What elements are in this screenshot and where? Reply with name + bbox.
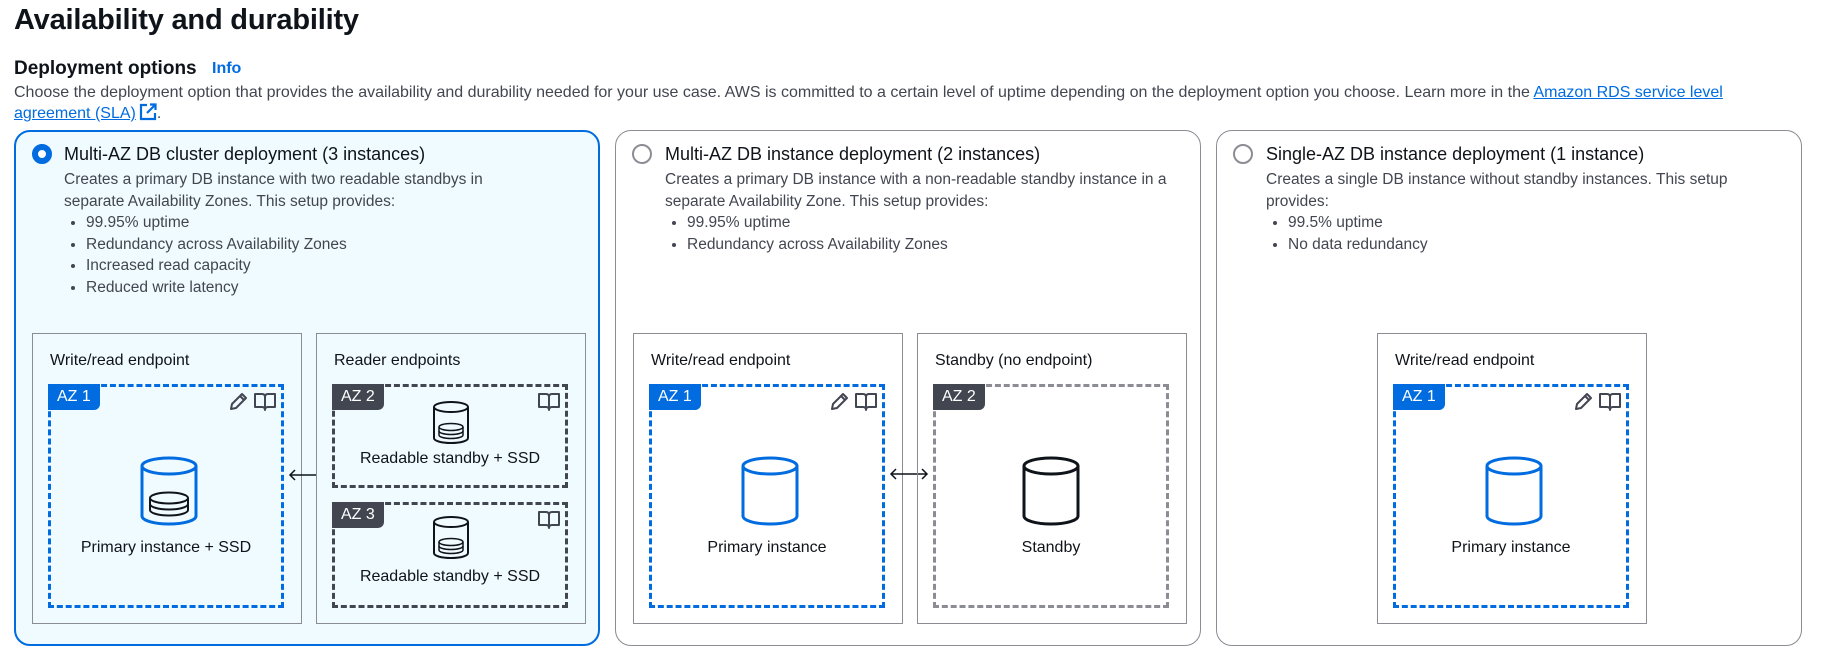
az-zone: AZ 1 Primary instance — [1393, 384, 1629, 608]
option-description: Creates a primary DB instance with a non… — [665, 169, 1175, 255]
primary-instance-label: Primary instance — [1451, 539, 1571, 556]
primary-instance-label: Primary instance — [707, 539, 827, 556]
readable-standby-label: Readable standby + SSD — [359, 568, 541, 585]
bullet-item: Increased read capacity — [86, 255, 534, 277]
book-icon[interactable] — [1598, 391, 1622, 413]
database-icon — [1485, 456, 1543, 526]
radio-multi-az-cluster[interactable] — [32, 144, 52, 164]
az-badge: AZ 2 — [332, 384, 384, 410]
database-ssd-icon — [433, 401, 469, 445]
write-read-endpoint-panel: Write/read endpoint AZ 1 Primary instanc… — [633, 333, 903, 624]
az-zone: AZ 3 Readable standby + SSD — [332, 502, 568, 608]
option-title: Multi-AZ DB cluster deployment (3 instan… — [64, 144, 426, 164]
bullet-item: 99.95% uptime — [687, 212, 1175, 234]
option-title: Multi-AZ DB instance deployment (2 insta… — [665, 144, 1041, 164]
option-description: Creates a single DB instance without sta… — [1266, 169, 1776, 255]
reader-endpoints-panel: Reader endpoints AZ 2 Readable standby +… — [316, 333, 586, 624]
section-title: Availability and durability — [14, 4, 359, 36]
panel-label: Standby (no endpoint) — [935, 352, 1093, 369]
primary-instance-label: Primary instance + SSD — [80, 539, 252, 556]
bullet-item: No data redundancy — [1288, 234, 1776, 256]
write-read-endpoint-panel: Write/read endpoint AZ 1 Primary instanc… — [1377, 333, 1647, 624]
pencil-icon[interactable] — [227, 391, 249, 413]
az-zone: AZ 1 Primary instance + SSD — [48, 384, 284, 608]
option-bullets: 99.95% uptime Redundancy across Availabi… — [665, 212, 1175, 255]
standby-panel: Standby (no endpoint) AZ 2 Standby — [917, 333, 1187, 624]
radio-single-az-instance[interactable] — [1233, 144, 1253, 164]
database-icon — [741, 456, 799, 526]
database-icon — [1022, 456, 1080, 526]
pencil-icon[interactable] — [828, 391, 850, 413]
deployment-description: Choose the deployment option that provid… — [14, 82, 1799, 124]
option-multi-az-cluster[interactable]: Multi-AZ DB cluster deployment (3 instan… — [14, 130, 600, 646]
description-end: . — [156, 105, 162, 122]
write-read-endpoint-panel: Write/read endpoint AZ 1 Primary instanc… — [32, 333, 302, 624]
database-ssd-icon — [433, 516, 469, 560]
az-actions — [227, 391, 277, 413]
book-icon[interactable] — [537, 509, 561, 531]
info-link[interactable]: Info — [212, 60, 241, 78]
external-link-icon — [139, 103, 157, 121]
az-zone: AZ 2 Readable standby + SSD — [332, 384, 568, 488]
bullet-item: Redundancy across Availability Zones — [86, 234, 534, 256]
az-zone: AZ 2 Standby — [933, 384, 1169, 608]
az-actions — [828, 391, 878, 413]
panel-label: Write/read endpoint — [651, 352, 791, 369]
deployment-options-heading: Deployment options — [14, 58, 197, 79]
bullet-item: Redundancy across Availability Zones — [687, 234, 1175, 256]
option-title: Single-AZ DB instance deployment (1 inst… — [1266, 144, 1645, 164]
panel-label: Reader endpoints — [334, 352, 461, 369]
database-ssd-icon — [140, 456, 198, 526]
az-actions — [1572, 391, 1622, 413]
readable-standby-label: Readable standby + SSD — [359, 450, 541, 467]
option-description: Creates a primary DB instance with two r… — [64, 169, 534, 298]
az-badge: AZ 1 — [1393, 384, 1445, 410]
pencil-icon[interactable] — [1572, 391, 1594, 413]
option-multi-az-instance[interactable]: Multi-AZ DB instance deployment (2 insta… — [615, 130, 1201, 646]
az-badge: AZ 1 — [649, 384, 701, 410]
description-text: Choose the deployment option that provid… — [14, 84, 1530, 101]
radio-multi-az-instance[interactable] — [632, 144, 652, 164]
az-badge: AZ 2 — [933, 384, 985, 410]
option-description-text: Creates a primary DB instance with a non… — [665, 171, 1167, 210]
bullet-item: 99.5% uptime — [1288, 212, 1776, 234]
standby-label: Standby — [1021, 539, 1081, 556]
az-badge: AZ 3 — [332, 502, 384, 528]
option-bullets: 99.95% uptime Redundancy across Availabi… — [64, 212, 534, 298]
panel-label: Write/read endpoint — [1395, 352, 1535, 369]
option-description-text: Creates a single DB instance without sta… — [1266, 171, 1728, 210]
option-description-text: Creates a primary DB instance with two r… — [64, 171, 483, 210]
az-zone: AZ 1 Primary instance — [649, 384, 885, 608]
option-single-az-instance[interactable]: Single-AZ DB instance deployment (1 inst… — [1216, 130, 1802, 646]
bullet-item: Reduced write latency — [86, 277, 534, 299]
book-icon[interactable] — [253, 391, 277, 413]
book-icon[interactable] — [537, 391, 561, 413]
book-icon[interactable] — [854, 391, 878, 413]
bullet-item: 99.95% uptime — [86, 212, 534, 234]
option-bullets: 99.5% uptime No data redundancy — [1266, 212, 1776, 255]
panel-label: Write/read endpoint — [50, 352, 190, 369]
az-badge: AZ 1 — [48, 384, 100, 410]
